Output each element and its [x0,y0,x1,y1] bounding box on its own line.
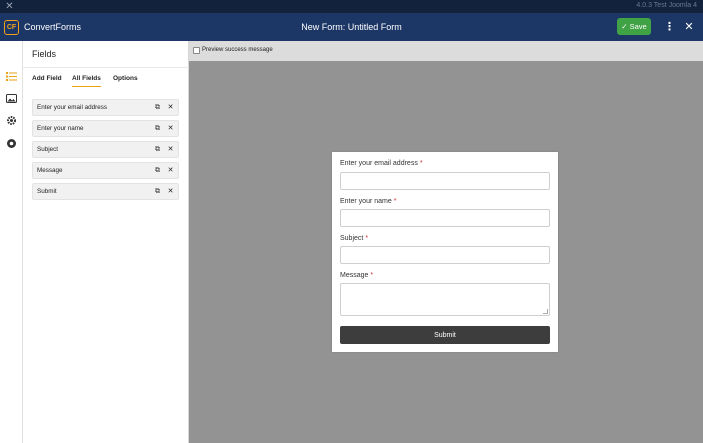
form-label-message: Message * [340,272,374,279]
subject-input[interactable] [340,246,550,264]
preview-success-checkbox[interactable] [193,47,200,54]
circle-icon[interactable] [5,138,18,151]
form-label-subject: Subject * [340,235,369,242]
panel-divider [23,67,189,68]
page-title: New Form: Untitled Form [301,22,402,32]
delete-icon[interactable]: ✕ [166,187,175,196]
copy-icon[interactable]: ⧉ [153,145,162,154]
copy-icon[interactable]: ⧉ [153,166,162,175]
form-label-email: Enter your email address * [340,160,423,167]
tab-options[interactable]: Options [113,75,138,86]
save-button[interactable]: ✓ Save [617,18,651,35]
panel-title: Fields [32,49,57,59]
form-preview: Enter your email address * Enter your nam… [332,152,558,352]
field-item-label: Submit [37,188,57,195]
name-input[interactable] [340,209,550,227]
icon-rail [0,41,23,443]
delete-icon[interactable]: ✕ [166,145,175,154]
copy-icon[interactable]: ⧉ [153,187,162,196]
field-item-label: Subject [37,146,59,153]
copy-icon[interactable]: ⧉ [153,103,162,112]
field-item-name[interactable]: Enter your name ⧉ ✕ [32,120,179,137]
gear-icon[interactable] [5,115,18,128]
field-item-email[interactable]: Enter your email address ⧉ ✕ [32,99,179,116]
delete-icon[interactable]: ✕ [166,103,175,112]
version-text: 4.0.3 Test Joomla 4 [636,2,697,9]
field-item-submit[interactable]: Submit ⧉ ✕ [32,183,179,200]
form-label-name: Enter your name * [340,198,397,205]
logo-mark-icon: CF [4,19,19,35]
field-item-message[interactable]: Message ⧉ ✕ [32,162,179,179]
field-item-label: Enter your email address [37,104,107,111]
delete-icon[interactable]: ✕ [166,166,175,175]
field-item-subject[interactable]: Subject ⧉ ✕ [32,141,179,158]
submit-button[interactable]: Submit [340,326,550,344]
joomla-icon[interactable]: ✕ [4,1,15,12]
canvas-toolbar: Preview success message [189,41,703,61]
resize-handle-icon[interactable] [543,309,548,314]
email-input[interactable] [340,172,550,190]
tab-add-field[interactable]: Add Field [32,75,62,86]
delete-icon[interactable]: ✕ [166,124,175,133]
message-textarea[interactable] [340,283,550,316]
fields-panel: Fields Add Field All Fields Options Ente… [23,41,189,443]
copy-icon[interactable]: ⧉ [153,124,162,133]
app-name: ConvertForms [24,22,82,32]
check-icon: ✓ [621,22,628,31]
field-item-label: Enter your name [37,125,84,132]
preview-success-label[interactable]: Preview success message [202,47,273,53]
field-item-label: Message [37,167,63,174]
more-menu-icon[interactable]: ⋮ [664,19,675,35]
save-label: Save [629,22,647,31]
top-strip: ✕ 4.0.3 Test Joomla 4 [0,0,703,13]
fields-list-icon[interactable] [5,71,18,84]
image-icon[interactable] [5,93,18,106]
tab-all-fields[interactable]: All Fields [72,75,101,87]
close-icon[interactable]: ✕ [683,19,695,35]
app-logo: CF ConvertForms [4,18,81,36]
app-header: CF ConvertForms New Form: Untitled Form … [0,13,703,41]
